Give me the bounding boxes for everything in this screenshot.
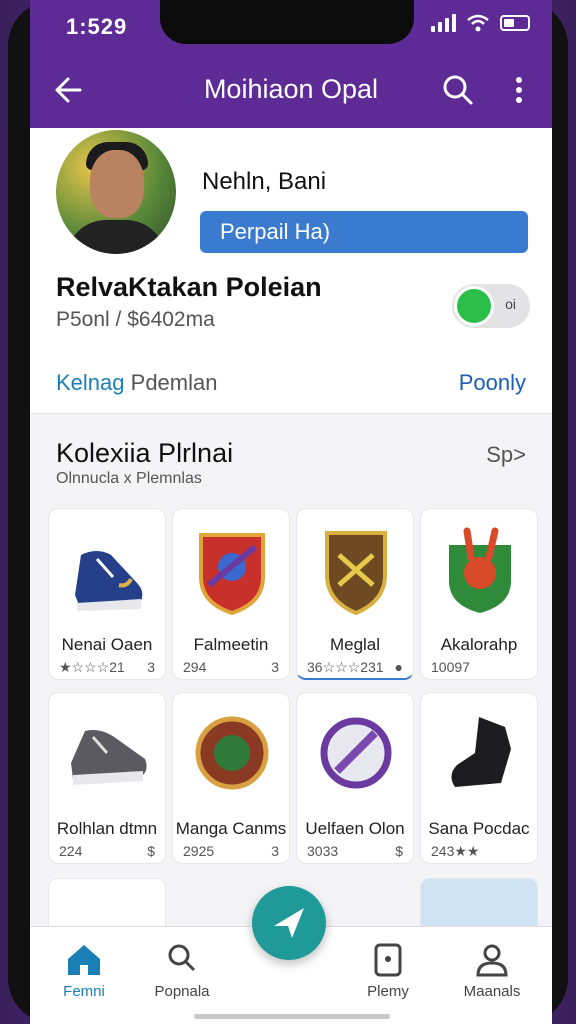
card-name: Uelfaen Olon [305, 819, 405, 838]
status-bar: 1:529 [30, 0, 552, 50]
more-vert-icon[interactable] [504, 70, 534, 110]
emblem-purple-icon [320, 717, 392, 789]
phone-background: 1:529 Moihiaon Opal Nehln, Bani Perpail … [0, 0, 576, 1024]
card-count: $ [395, 843, 403, 859]
card-name: Falmeetin [193, 635, 269, 654]
nav-item-profile[interactable]: Maanals [442, 941, 542, 1000]
nav-label: Plemy [367, 983, 409, 1000]
sneaker-blue-icon [75, 551, 143, 611]
nav-item-document[interactable]: Plemy [338, 941, 438, 1000]
person-icon [476, 944, 508, 977]
collection-card[interactable]: Manga Canms 2925 3 [172, 692, 290, 864]
section-subtitle: P5onl / $6402ma [56, 308, 215, 331]
rabbit-badge-icon [449, 527, 511, 613]
collection-card[interactable]: Falmeetin 294 3 [172, 508, 290, 680]
toggle-knob [454, 286, 494, 326]
battery-icon [500, 15, 530, 31]
see-more-link[interactable]: Sp> [486, 442, 526, 468]
card-meta: 294 [183, 659, 207, 675]
search-icon[interactable] [438, 70, 478, 110]
nav-item-search[interactable]: Popnala [132, 941, 232, 1000]
card-meta: ★☆☆☆21 [59, 659, 125, 675]
card-count: 3 [271, 659, 279, 675]
nav-label: Femni [63, 983, 105, 1000]
card-meta: 224 [59, 843, 83, 859]
home-icon [68, 945, 100, 975]
toggle-switch[interactable]: oi [452, 284, 530, 328]
card-meta: 36☆☆☆231 [307, 659, 384, 675]
card-name: Manga Canms [175, 819, 287, 838]
shield-red-icon [199, 533, 265, 616]
card-name: Akalorahp [440, 635, 518, 654]
nav-label: Maanals [463, 983, 521, 1000]
card-count: $ [147, 843, 155, 859]
collection-card[interactable]: Rolhlan dtmn 224 $ [48, 692, 166, 864]
system-icons [431, 14, 530, 32]
signal-icon [431, 14, 456, 32]
collection-card[interactable]: Nenai Oaen ★☆☆☆21 3 [48, 508, 166, 680]
camera-notch [160, 0, 414, 44]
card-name: Nenai Oaen [61, 635, 153, 654]
collection-card[interactable]: Meglal 36☆☆☆231 ● [296, 508, 414, 680]
send-fab-button[interactable] [252, 886, 326, 960]
card-count: 3 [271, 843, 279, 859]
collection-subtitle: Olnnucla x Plemnlas [56, 470, 202, 487]
toggle-label: oi [505, 296, 516, 312]
card-name: Sana Pocdac [428, 819, 530, 838]
nav-label: Popnala [154, 983, 210, 1000]
card-count: ● [394, 659, 403, 675]
collection-section: Kolexiia Plrlnai Olnnucla x Plemnlas Sp>… [30, 430, 552, 938]
status-time: 1:529 [66, 14, 128, 39]
link-right[interactable]: Poonly [459, 370, 526, 396]
collection-card[interactable]: Sana Pocdac 243★★ [420, 692, 538, 864]
link-secondary-label: Pdemlan [130, 370, 218, 395]
card-name: Meglal [329, 635, 381, 654]
medallion-icon [195, 716, 269, 790]
nav-item-home[interactable]: Femni [34, 941, 134, 1000]
send-icon [274, 908, 304, 938]
wifi-icon [467, 14, 489, 32]
boot-black-icon [451, 717, 511, 787]
card-meta: 2925 [183, 843, 215, 859]
collection-title: Kolexiia Plrlnai [56, 438, 234, 468]
card-meta: 243★★ [431, 843, 480, 859]
profile-card: Nehln, Bani Perpail Ha) RelvaKtakan Pole… [30, 128, 552, 414]
link-primary-label: Kelnag [56, 370, 125, 395]
screen: 1:529 Moihiaon Opal Nehln, Bani Perpail … [30, 0, 552, 1024]
shield-gold-icon [325, 531, 387, 616]
profile-action-button[interactable]: Perpail Ha) [200, 211, 528, 253]
collection-card[interactable]: Uelfaen Olon 3033 $ [296, 692, 414, 864]
avatar[interactable] [56, 130, 176, 254]
document-icon [374, 943, 402, 977]
app-bar: Moihiaon Opal [30, 50, 552, 128]
profile-name: Nehln, Bani [202, 168, 327, 195]
card-meta: 10097 [431, 659, 470, 675]
search-person-icon [168, 944, 196, 972]
section-title: RelvaKtakan Poleian [56, 272, 322, 302]
sneaker-gray-icon [71, 730, 147, 785]
card-meta: 3033 [307, 843, 339, 859]
home-indicator[interactable] [194, 1014, 390, 1019]
card-name: Rolhlan dtmn [56, 819, 158, 838]
link-primary[interactable]: Kelnag Pdemlan [56, 370, 217, 396]
card-count: 3 [147, 659, 155, 675]
collection-card[interactable]: Akalorahp 10097 [420, 508, 538, 680]
